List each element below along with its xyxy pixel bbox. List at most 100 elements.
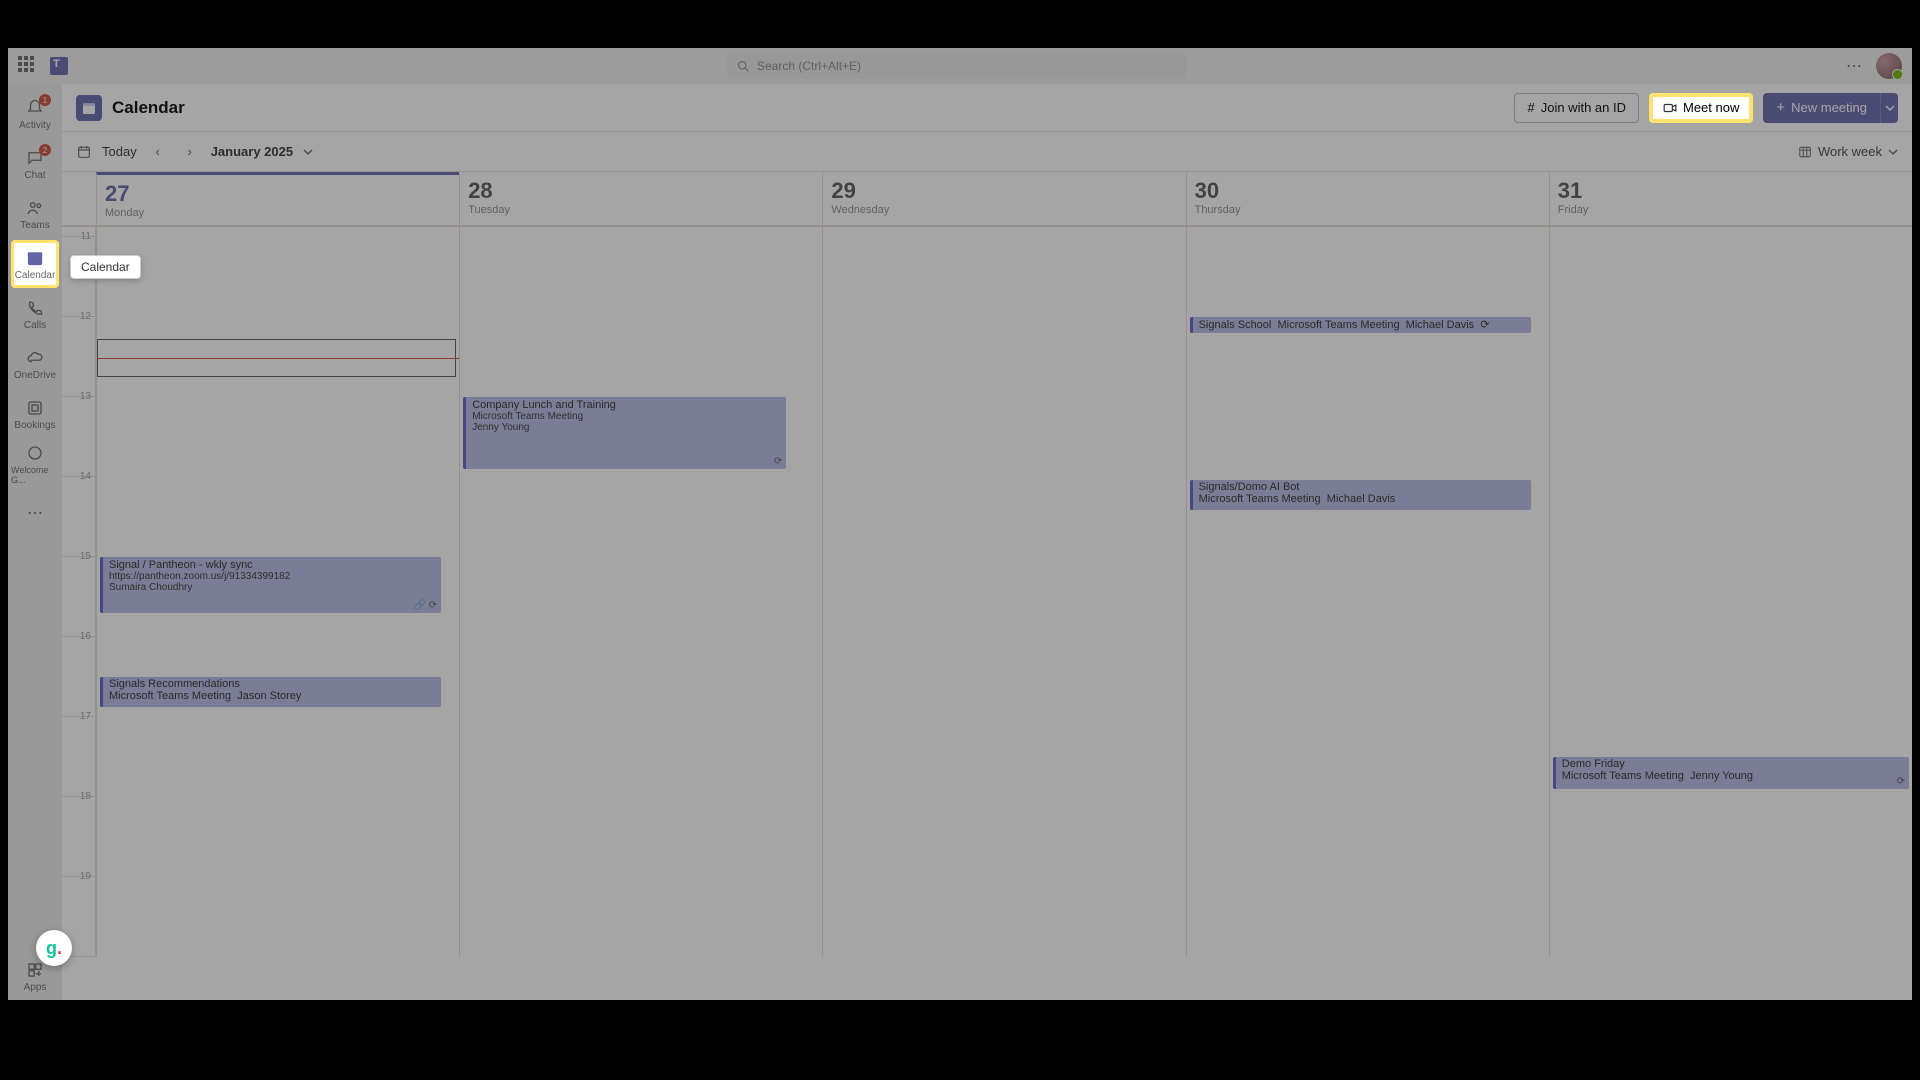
event-title: Signal / Pantheon - wkly sync [109,559,435,571]
day-number: 28 [468,178,814,204]
activity-badge: 1 [39,94,51,106]
rail-calls[interactable]: Calls [11,290,59,338]
bookings-icon [25,398,45,418]
day-name: Thursday [1195,204,1541,216]
rail-activity[interactable]: 1 Activity [11,90,59,138]
day-column-tuesday[interactable]: Company Lunch and Training Microsoft Tea… [459,227,822,957]
main-content: Calendar # Join with an ID Meet now + Ne… [62,84,1912,1000]
recurring-icon: ⟳ [774,456,782,467]
event-signals-school[interactable]: Signals School Microsoft Teams Meeting M… [1190,317,1531,333]
hash-icon: # [1527,100,1534,115]
search-input[interactable]: Search (Ctrl+Alt+E) [727,53,1187,79]
day-name: Tuesday [468,204,814,216]
rail-calendar[interactable]: Calendar Calendar [11,240,59,288]
event-organizer: Michael Davis [1327,493,1395,505]
people-icon [25,198,45,218]
event-link: https://pantheon.zoom.us/j/91334399182 [109,571,435,582]
rail-bookings[interactable]: Bookings [11,390,59,438]
day-header-monday[interactable]: 27 Monday [96,172,459,225]
day-column-friday[interactable]: Demo Friday Microsoft Teams Meeting Jenn… [1549,227,1912,957]
event-signal-pantheon[interactable]: Signal / Pantheon - wkly sync https://pa… [100,557,441,613]
day-column-wednesday[interactable] [822,227,1185,957]
app-launcher-icon[interactable] [18,56,38,76]
new-meeting-dropdown[interactable] [1880,93,1898,123]
search-placeholder: Search (Ctrl+Alt+E) [757,59,861,73]
search-icon [737,60,749,72]
event-organizer: Michael Davis [1406,319,1474,331]
event-title: Signals School [1199,319,1272,331]
event-title: Signals/Domo AI Bot [1199,481,1300,493]
day-column-thursday[interactable]: Signals School Microsoft Teams Meeting M… [1186,227,1549,957]
new-meeting-button[interactable]: + New meeting [1763,93,1880,123]
event-signals-recommendations[interactable]: Signals Recommendations Microsoft Teams … [100,677,441,707]
app-icon [25,443,45,463]
hour-label: 19 [62,871,95,882]
teams-logo-icon [50,57,68,75]
time-grid[interactable]: 11 12 13 14 15 16 17 18 19 Signal / Pant… [62,227,1912,957]
link-icon: 🔗 ⟳ [414,600,438,611]
rail-label: OneDrive [14,370,56,381]
calendar-grid-icon [1798,145,1812,159]
rail-welcome[interactable]: Welcome G... [11,440,59,488]
calendar-tooltip: Calendar [70,255,141,279]
rail-more[interactable]: ⋯ [11,490,59,538]
grammarly-widget[interactable]: g [36,930,72,966]
chevron-down-icon [1888,147,1898,157]
day-number: 27 [105,181,451,207]
button-label: New meeting [1791,100,1867,115]
now-indicator [97,358,459,359]
button-label: Join with an ID [1541,100,1626,115]
view-label: Work week [1818,144,1882,159]
video-icon [1663,101,1677,115]
chat-badge: 2 [39,144,51,156]
view-selector[interactable]: Work week [1798,144,1898,159]
today-icon [76,144,92,160]
date-range-label[interactable]: January 2025 [211,144,293,159]
rail-chat[interactable]: 2 Chat [11,140,59,188]
day-number: 30 [1195,178,1541,204]
hour-label: 11 [62,231,95,242]
hour-label: 14 [62,471,95,482]
join-with-id-button[interactable]: # Join with an ID [1514,93,1639,123]
user-avatar[interactable] [1876,53,1902,79]
event-signals-domo[interactable]: Signals/Domo AI Bot Microsoft Teams Meet… [1190,480,1531,510]
day-number: 31 [1558,178,1904,204]
calendar-grid: 27 Monday 28 Tuesday 29 Wednesday 30 Thu… [62,172,1912,1000]
event-demo-friday[interactable]: Demo Friday Microsoft Teams Meeting Jenn… [1553,757,1909,789]
day-header-friday[interactable]: 31 Friday [1549,172,1912,225]
rail-teams[interactable]: Teams [11,190,59,238]
meet-now-button[interactable]: Meet now [1649,93,1753,123]
day-header-wednesday[interactable]: 29 Wednesday [822,172,1185,225]
event-organizer: Sumaira Choudhry [109,582,435,593]
rail-onedrive[interactable]: OneDrive [11,340,59,388]
event-title: Company Lunch and Training [472,399,780,411]
day-number: 29 [831,178,1177,204]
event-organizer: Jenny Young [1690,770,1753,782]
hour-label: 17 [62,711,95,722]
event-meta: Microsoft Teams Meeting [1562,770,1684,782]
page-header: Calendar # Join with an ID Meet now + Ne… [62,84,1912,132]
rail-label: Teams [20,220,49,231]
recurring-icon: ⟳ [1897,776,1905,787]
chevron-down-icon[interactable] [303,147,313,157]
app-rail: 1 Activity 2 Chat Teams Calendar Calenda… [8,84,62,1000]
today-button[interactable]: Today [102,144,137,159]
rail-label: Activity [19,120,51,131]
day-name: Wednesday [831,204,1177,216]
event-company-lunch[interactable]: Company Lunch and Training Microsoft Tea… [463,397,786,469]
event-meta: Microsoft Teams Meeting [472,411,780,422]
prev-week-button[interactable]: ‹ [147,141,169,163]
rail-label: Calls [24,320,46,331]
day-header-thursday[interactable]: 30 Thursday [1186,172,1549,225]
time-column: 11 12 13 14 15 16 17 18 19 [62,227,96,957]
event-organizer: Jenny Young [472,422,780,433]
cloud-icon [25,348,45,368]
day-name: Monday [105,207,451,219]
day-column-monday[interactable]: Signal / Pantheon - wkly sync https://pa… [96,227,459,957]
next-week-button[interactable]: › [179,141,201,163]
day-header-tuesday[interactable]: 28 Tuesday [459,172,822,225]
new-meeting-split-button[interactable]: + New meeting [1763,93,1898,123]
hour-label: 16 [62,631,95,642]
more-options-icon[interactable]: ⋯ [1846,56,1862,76]
rail-label: Chat [24,170,45,181]
